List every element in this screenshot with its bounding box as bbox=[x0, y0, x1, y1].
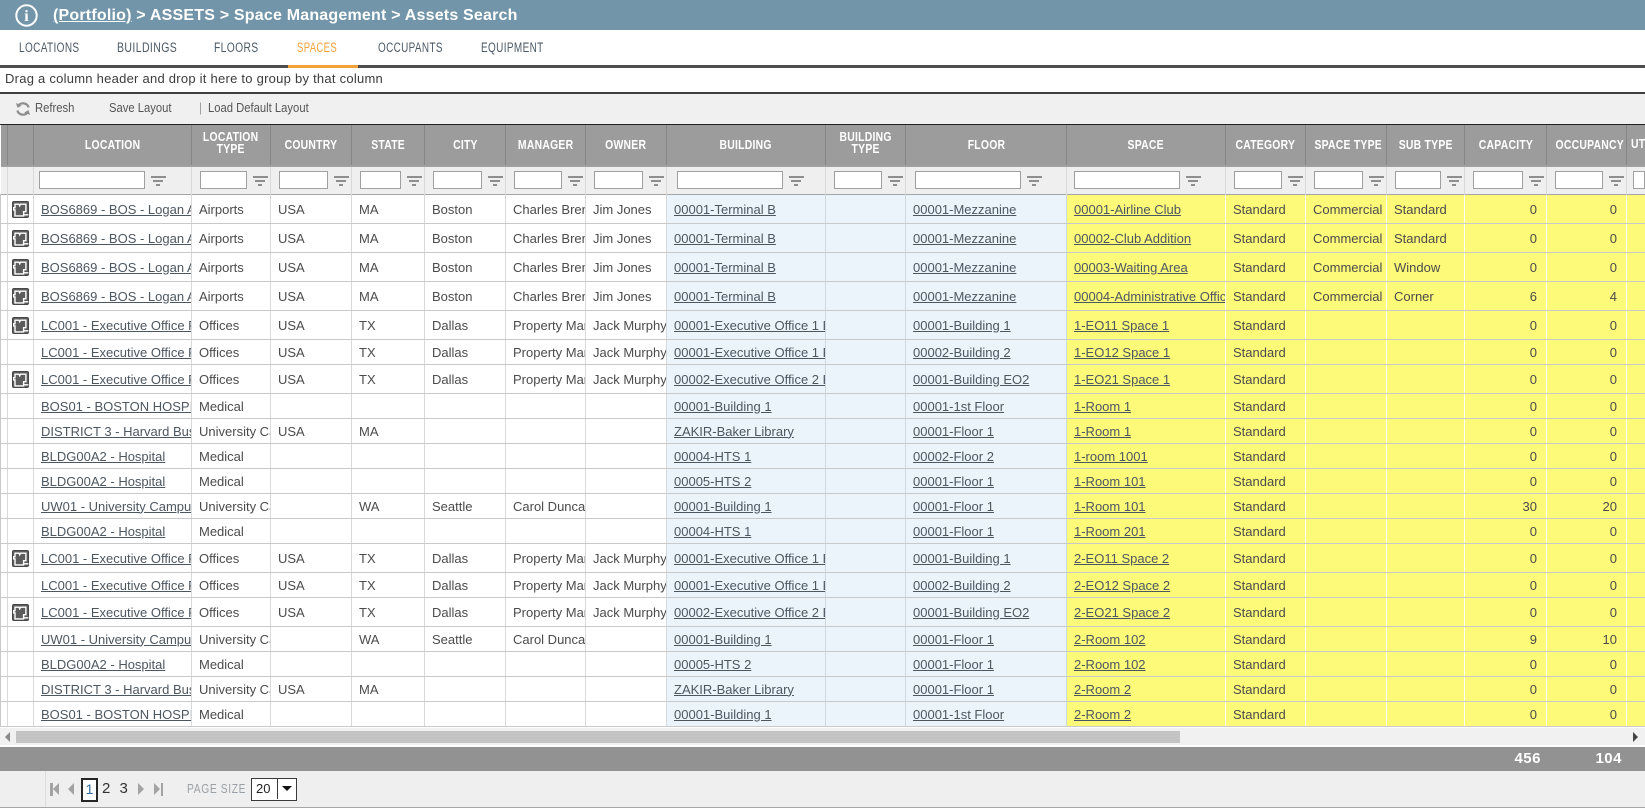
svg-text:i: i bbox=[24, 8, 29, 25]
